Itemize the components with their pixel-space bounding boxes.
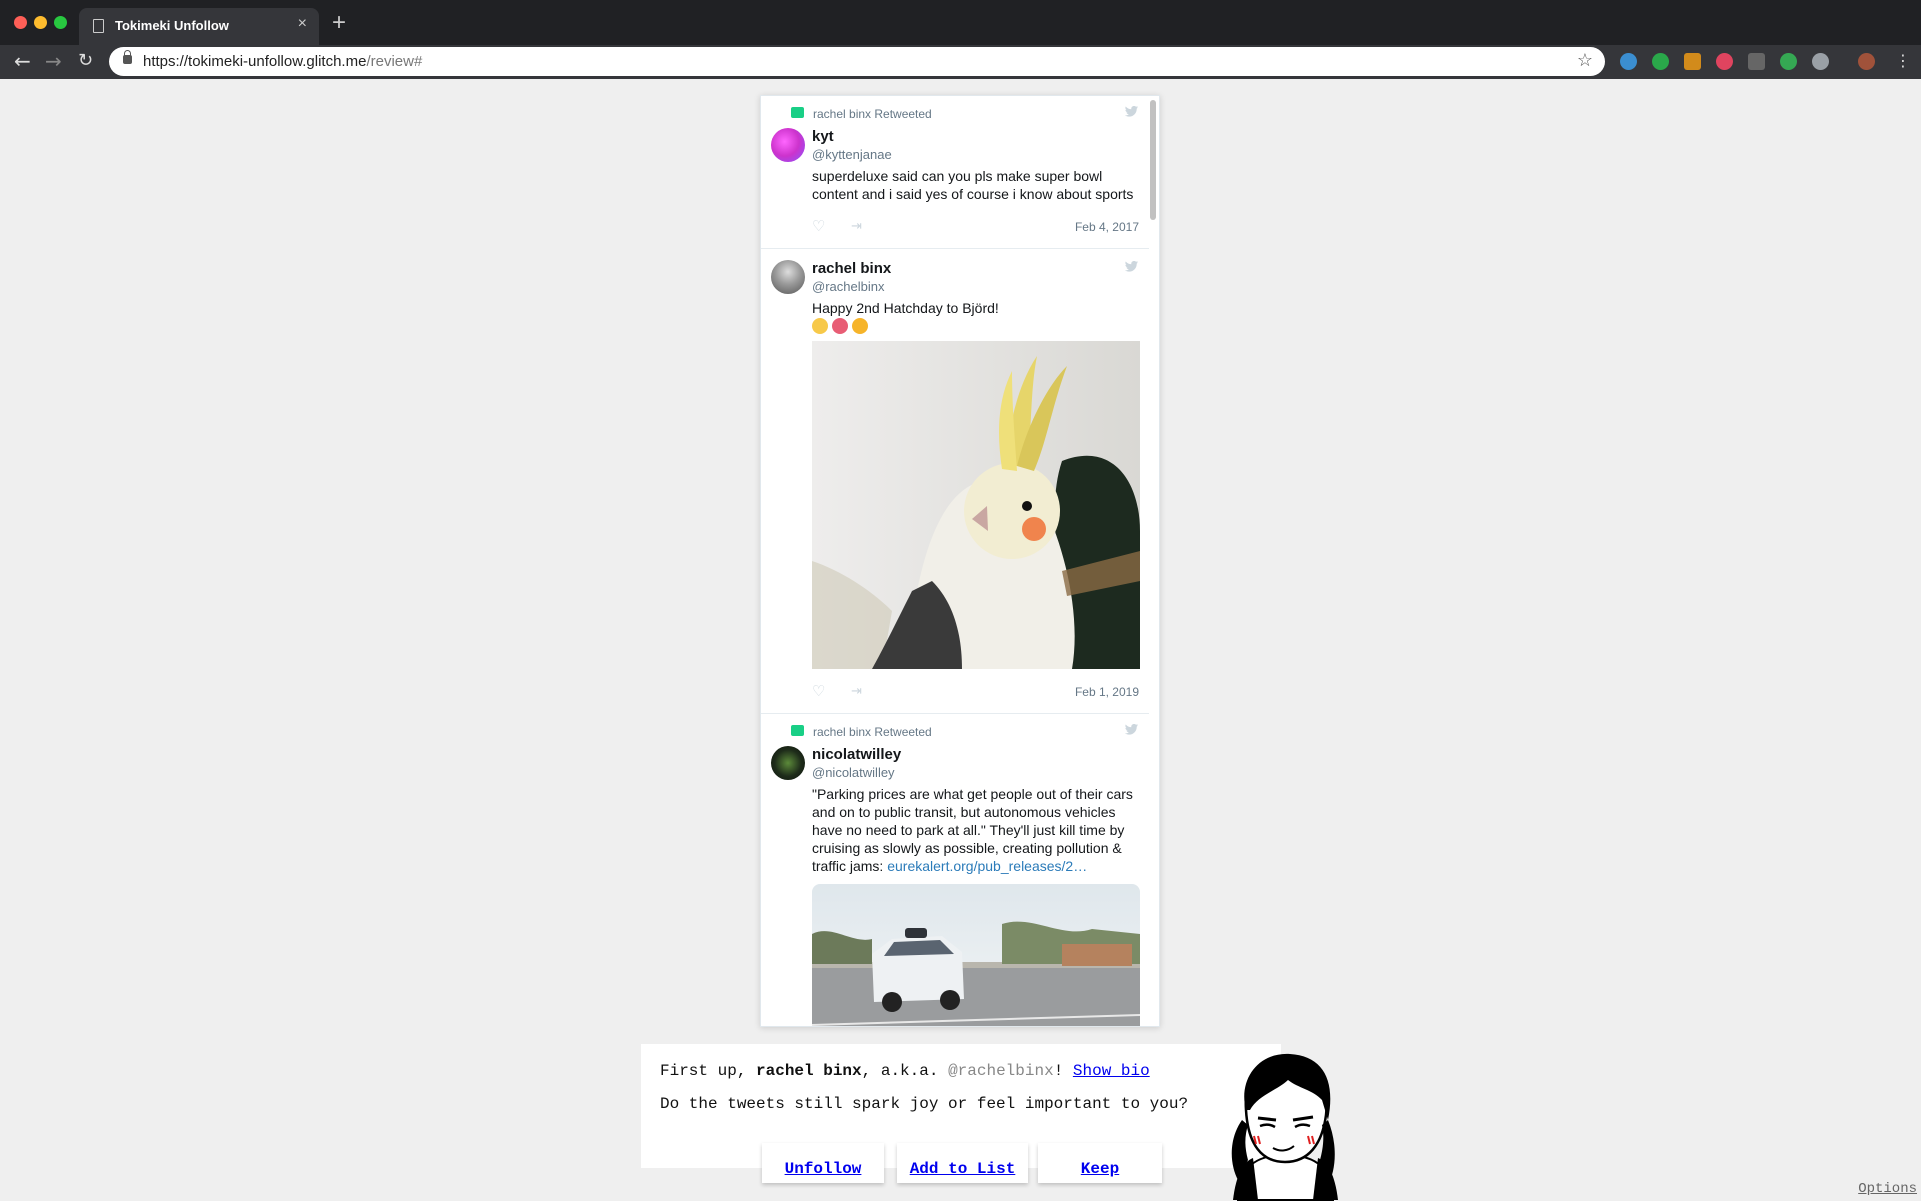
scrollbar[interactable] [1150, 100, 1156, 220]
page-icon [93, 19, 104, 33]
marie-kondo-illustration [1231, 1053, 1338, 1201]
close-window-button[interactable] [14, 16, 27, 29]
menu-icon[interactable]: ⋮ [1895, 51, 1911, 70]
twitter-bird-icon[interactable] [1124, 261, 1139, 273]
extension-icon[interactable] [1748, 53, 1765, 70]
avatar[interactable] [771, 260, 805, 294]
tweet[interactable]: rachel binx Retweeted kyt @kyttenjanae s… [761, 96, 1149, 249]
cockatiel-photo[interactable] [812, 341, 1140, 669]
user-name[interactable]: kyt [812, 128, 834, 145]
tweet[interactable]: rachel binx Retweeted nicolatwilley @nic… [761, 714, 1149, 1027]
new-tab-button[interactable]: + [332, 9, 346, 37]
tab-title: Tokimeki Unfollow [115, 18, 229, 33]
url-path: /review# [366, 53, 423, 70]
url-text[interactable]: https://tokimeki-unfollow.glitch.me/revi… [143, 53, 422, 70]
browser-toolbar: ← → ↻ https://tokimeki-unfollow.glitch.m… [0, 45, 1921, 79]
browser-tab[interactable]: Tokimeki Unfollow × [79, 8, 319, 45]
url-host: https://tokimeki-unfollow.glitch.me [143, 53, 367, 70]
hatching-chick-emoji [812, 317, 828, 334]
profile-avatar[interactable] [1858, 53, 1875, 70]
tweet-link[interactable]: eurekalert.org/pub_releases/2… [887, 858, 1087, 874]
show-bio-link[interactable]: Show bio [1073, 1062, 1150, 1080]
share-icon[interactable]: ⇥ [851, 218, 862, 234]
tweet-date[interactable]: Feb 4, 2017 [1075, 220, 1139, 234]
options-link[interactable]: Options [1858, 1181, 1917, 1197]
retweet-label: rachel binx Retweeted [813, 725, 932, 739]
shield-extension-icon[interactable] [1716, 53, 1733, 70]
unfollow-button[interactable]: Unfollow [762, 1143, 884, 1183]
avatar[interactable] [771, 746, 805, 780]
aka-text: , a.k.a. [861, 1062, 949, 1080]
add-to-list-button[interactable]: Add to List [897, 1143, 1028, 1183]
heart-icon[interactable]: ♡ [812, 217, 825, 235]
retweet-icon [791, 107, 804, 118]
party-popper-emoji [832, 317, 848, 334]
tweet[interactable]: rachel binx @rachelbinx Happy 2nd Hatchd… [761, 249, 1149, 714]
extension-icon[interactable] [1652, 53, 1669, 70]
address-bar[interactable]: https://tokimeki-unfollow.glitch.me/revi… [109, 47, 1605, 76]
reviewed-user-handle: @rachelbinx [948, 1062, 1054, 1080]
reviewed-user-name: rachel binx [756, 1062, 862, 1080]
react-devtools-icon[interactable] [1812, 53, 1829, 70]
tab-strip: Tokimeki Unfollow × + [0, 0, 1921, 45]
browser-chrome: Tokimeki Unfollow × + ← → ↻ https://toki… [0, 0, 1921, 79]
retweet-label: rachel binx Retweeted [813, 107, 932, 121]
heart-icon[interactable]: ♡ [812, 682, 825, 700]
minimize-window-button[interactable] [34, 16, 47, 29]
user-handle[interactable]: @kyttenjanae [812, 147, 892, 162]
forward-icon[interactable]: → [45, 49, 62, 73]
extension-icon[interactable] [1684, 53, 1701, 70]
question-line: Do the tweets still spark joy or feel im… [660, 1095, 1189, 1113]
intro-line: First up, rachel binx, a.k.a. @rachelbin… [660, 1062, 1150, 1080]
heart-eyes-emoji [852, 317, 868, 334]
tweet-text: "Parking prices are what get people out … [812, 785, 1140, 875]
avatar[interactable] [771, 128, 805, 162]
twitter-bird-icon[interactable] [1124, 106, 1139, 118]
extension-icon[interactable] [1780, 53, 1797, 70]
reload-icon[interactable]: ↻ [78, 50, 93, 71]
keep-button[interactable]: Keep [1038, 1143, 1162, 1183]
tab-close-icon[interactable]: × [298, 15, 307, 33]
share-icon[interactable]: ⇥ [851, 683, 862, 699]
twitter-bird-icon[interactable] [1124, 724, 1139, 736]
lock-icon [123, 50, 132, 64]
tweet-text: Happy 2nd Hatchday to Björd! [812, 300, 999, 316]
maximize-window-button[interactable] [54, 16, 67, 29]
exclamation: ! [1053, 1062, 1073, 1080]
back-icon[interactable]: ← [14, 49, 31, 73]
twitter-timeline[interactable]: rachel binx Retweeted kyt @kyttenjanae s… [760, 95, 1160, 1027]
user-name[interactable]: rachel binx [812, 260, 891, 277]
user-name[interactable]: nicolatwilley [812, 746, 901, 763]
user-handle[interactable]: @rachelbinx [812, 279, 884, 294]
tweet-text: superdeluxe said can you pls make super … [812, 168, 1134, 202]
user-handle[interactable]: @nicolatwilley [812, 765, 895, 780]
self-driving-car-photo[interactable] [812, 884, 1140, 1027]
tweet-date[interactable]: Feb 1, 2019 [1075, 685, 1139, 699]
bookmark-star-icon[interactable]: ☆ [1577, 50, 1593, 71]
extension-icon[interactable] [1620, 53, 1637, 70]
emoji-row [812, 317, 872, 335]
retweet-icon [791, 725, 804, 736]
intro-prefix: First up, [660, 1062, 757, 1080]
